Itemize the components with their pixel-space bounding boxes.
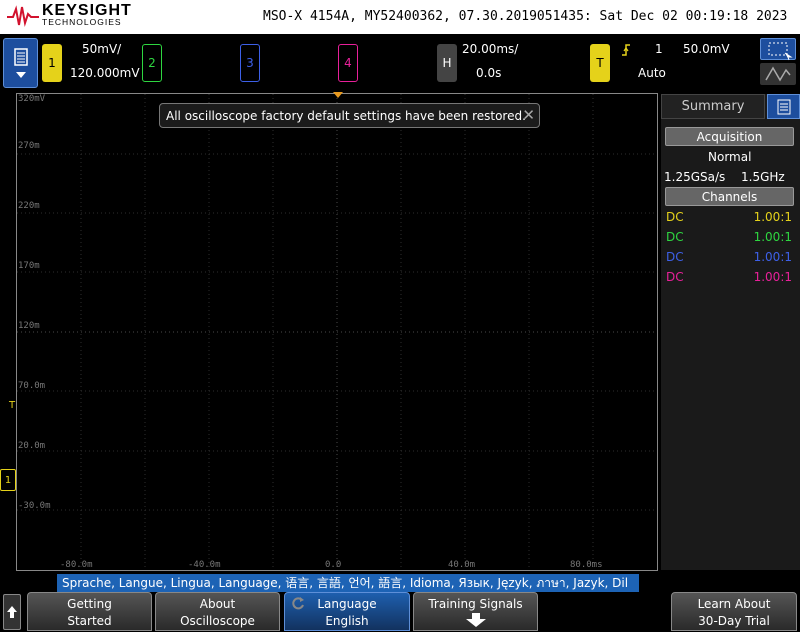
x-tick-label: 0.0 xyxy=(325,560,342,570)
triangle-wave-icon xyxy=(765,66,791,82)
close-icon[interactable]: ✕ xyxy=(522,106,535,124)
about-oscilloscope-button[interactable]: About Oscilloscope xyxy=(155,592,280,631)
sample-rate: 1.25GSa/s xyxy=(664,170,726,184)
language-options-strip: Sprache, Langue, Lingua, Language, 语言, 言… xyxy=(57,574,639,592)
select-region-button[interactable] xyxy=(760,38,796,61)
back-up-button[interactable] xyxy=(3,594,21,630)
x-tick-label: 80.0ms xyxy=(570,560,603,570)
softkey-label: English xyxy=(325,614,369,628)
toolbar: 1 50mV/ 120.000mV 2 3 4 H 20.00ms/ 0.0s … xyxy=(0,34,800,92)
probe-ratio: 1.00:1 xyxy=(753,210,792,224)
toast-message: All oscilloscope factory default setting… xyxy=(166,109,526,123)
coupling-label: DC xyxy=(666,270,684,284)
trigger-mode: Auto xyxy=(638,66,666,80)
y-tick-label: 70.0m xyxy=(18,381,46,391)
acquisition-header: Acquisition xyxy=(665,127,794,146)
ch1-offset: 120.000mV xyxy=(70,66,140,80)
notification-toast: All oscilloscope factory default setting… xyxy=(159,103,540,128)
y-tick-label: 220m xyxy=(18,201,40,211)
tab-summary[interactable]: Summary xyxy=(661,94,765,119)
keysight-logo-icon xyxy=(7,5,39,27)
ch1-scale: 50mV/ xyxy=(82,42,122,56)
summary-panel: Summary Acquisition Normal 1.25GSa/s 1.5… xyxy=(661,94,800,570)
language-button[interactable]: Language English xyxy=(284,592,410,631)
trigger-source: 1 xyxy=(655,42,663,56)
y-tick-label: 320mV xyxy=(18,94,46,104)
y-tick-label: 270m xyxy=(18,141,40,151)
probe-ratio: 1.00:1 xyxy=(753,250,792,264)
channel-3-button[interactable]: 3 xyxy=(240,44,260,82)
y-tick-label: 20.0m xyxy=(18,441,46,451)
coupling-label: DC xyxy=(666,230,684,244)
y-tick-label: 170m xyxy=(18,261,40,271)
graticule-grid xyxy=(17,94,657,570)
channel-2-button[interactable]: 2 xyxy=(142,44,162,82)
model-info: MSO-X 4154A, MY52400362, 07.30.201905143… xyxy=(263,9,788,24)
coupling-label: DC xyxy=(666,250,684,264)
x-tick-label: -40.0m xyxy=(188,560,221,570)
selection-box-icon xyxy=(768,42,793,61)
channel-1-button[interactable]: 1 xyxy=(42,44,62,82)
softkey-label: Training Signals xyxy=(428,597,523,611)
arrow-up-icon xyxy=(7,606,17,618)
acquisition-mode: Normal xyxy=(708,150,752,164)
x-tick-label: -80.0m xyxy=(60,560,93,570)
channels-header: Channels xyxy=(665,187,794,206)
y-tick-label: -30.0m xyxy=(18,501,51,511)
y-tick-label: 120m xyxy=(18,321,40,331)
trigger-level-marker: T xyxy=(9,400,16,411)
list-icon xyxy=(777,99,790,114)
horizontal-scale: 20.00ms/ xyxy=(462,42,519,56)
waveform-display[interactable] xyxy=(16,93,658,571)
zoom-waveform-button[interactable] xyxy=(760,63,796,85)
brand-subtitle: TECHNOLOGIES xyxy=(42,17,122,27)
document-icon xyxy=(13,48,28,66)
softkey-label: Oscilloscope xyxy=(180,614,255,628)
trigger-position-marker xyxy=(333,92,343,98)
learn-about-trial-button[interactable]: Learn About 30-Day Trial xyxy=(671,592,797,631)
probe-ratio: 1.00:1 xyxy=(753,270,792,284)
trigger-level: 50.0mV xyxy=(683,42,730,56)
softkey-label: 30-Day Trial xyxy=(698,614,770,628)
x-tick-label: 40.0m xyxy=(448,560,476,570)
softkey-label: About xyxy=(199,597,236,611)
channel-4-button[interactable]: 4 xyxy=(338,44,358,82)
horizontal-delay: 0.0s xyxy=(476,66,502,80)
bandwidth: 1.5GHz xyxy=(741,170,785,184)
probe-ratio: 1.00:1 xyxy=(753,230,792,244)
arrow-down-icon xyxy=(465,613,486,627)
tab-list[interactable] xyxy=(767,94,800,119)
chevron-down-icon xyxy=(15,72,26,78)
rising-edge-icon xyxy=(622,44,630,56)
ch1-ground-marker[interactable]: 1 xyxy=(0,469,16,491)
softkey-label: Started xyxy=(67,614,112,628)
horizontal-button[interactable]: H xyxy=(437,44,457,82)
training-signals-button[interactable]: Training Signals xyxy=(413,592,538,631)
rotate-knob-icon xyxy=(292,597,304,610)
header-bar: KEYSIGHT TECHNOLOGIES MSO-X 4154A, MY524… xyxy=(0,0,800,34)
trigger-button[interactable]: T xyxy=(590,44,610,82)
main-menu-button[interactable] xyxy=(3,38,38,88)
coupling-label: DC xyxy=(666,210,684,224)
getting-started-button[interactable]: Getting Started xyxy=(27,592,152,631)
softkey-label: Getting xyxy=(67,597,112,611)
softkey-label: Learn About xyxy=(697,597,771,611)
